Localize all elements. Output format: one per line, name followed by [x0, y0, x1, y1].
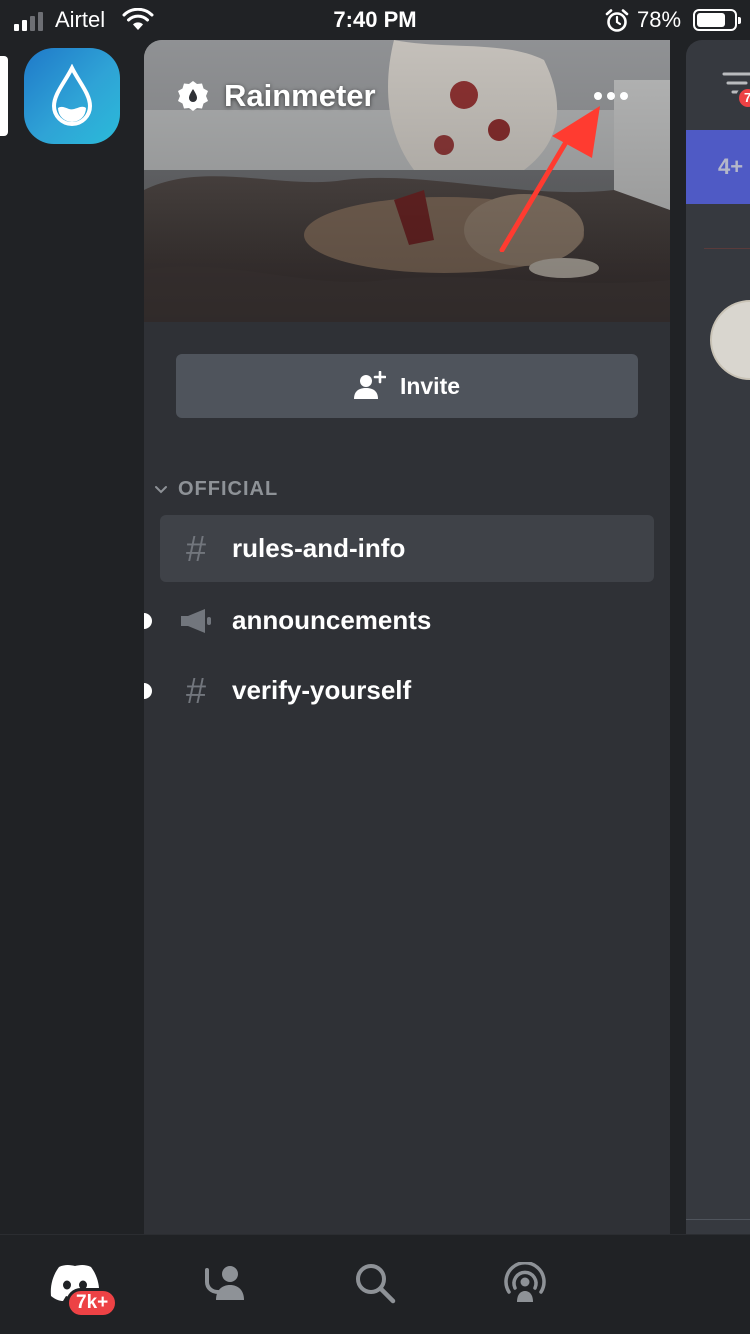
channel-verify-yourself[interactable]: # verify-yourself [144, 657, 654, 724]
tab-mentions[interactable] [490, 1253, 560, 1313]
unread-indicator [144, 613, 152, 629]
category-official[interactable]: OFFICIAL [154, 478, 278, 501]
channel-panel: Rainmeter Invite OFFICIAL # rules-and-in… [144, 40, 670, 1234]
battery-percent: 78% [637, 7, 682, 32]
channel-name: rules-and-info [232, 533, 406, 563]
new-messages-bar[interactable]: 4+ [686, 130, 750, 204]
invite-label: Invite [399, 372, 461, 399]
chat-preview-panel[interactable]: 7 4+ [686, 40, 750, 1234]
alarm-icon [605, 9, 629, 32]
tab-bar [0, 1234, 750, 1334]
channel-name: announcements [232, 605, 432, 635]
category-label: OFFICIAL [178, 478, 279, 500]
chevron-down-icon [155, 485, 167, 493]
server-name: Rainmeter [224, 78, 376, 113]
divider [686, 1219, 750, 1220]
unread-indicator [144, 683, 152, 699]
hash-icon: # [185, 670, 207, 711]
home-notification-badge: 7k+ [66, 1288, 119, 1318]
megaphone-icon [176, 603, 216, 639]
annotation-arrow [499, 106, 600, 252]
verified-badge-icon [178, 81, 208, 111]
channel-announcements[interactable]: announcements [144, 587, 654, 654]
notification-badge: 7 [736, 86, 750, 110]
friends-icon [205, 1266, 244, 1300]
tab-search[interactable] [340, 1253, 410, 1313]
server-header[interactable]: Rainmeter [176, 78, 376, 114]
avatar[interactable] [710, 300, 750, 380]
invite-button[interactable]: Invite [176, 354, 638, 418]
tab-friends[interactable] [190, 1253, 260, 1313]
add-person-icon [353, 371, 386, 399]
channel-rules-and-info[interactable]: # rules-and-info [160, 515, 654, 582]
server-banner: Rainmeter [144, 40, 670, 322]
battery-icon [693, 9, 741, 31]
selected-server-indicator [0, 56, 8, 136]
hash-icon: # [185, 528, 207, 569]
server-icon-rainmeter[interactable] [24, 48, 120, 144]
more-dots-icon [594, 92, 602, 100]
search-icon [356, 1264, 396, 1304]
divider [704, 248, 750, 249]
channel-name: verify-yourself [232, 675, 412, 705]
status-bar: Airtel 7:40 PM 78% [0, 0, 750, 40]
mentions-icon [504, 1262, 546, 1302]
water-drop-icon [51, 64, 93, 126]
new-messages-count: 4+ [718, 154, 744, 179]
